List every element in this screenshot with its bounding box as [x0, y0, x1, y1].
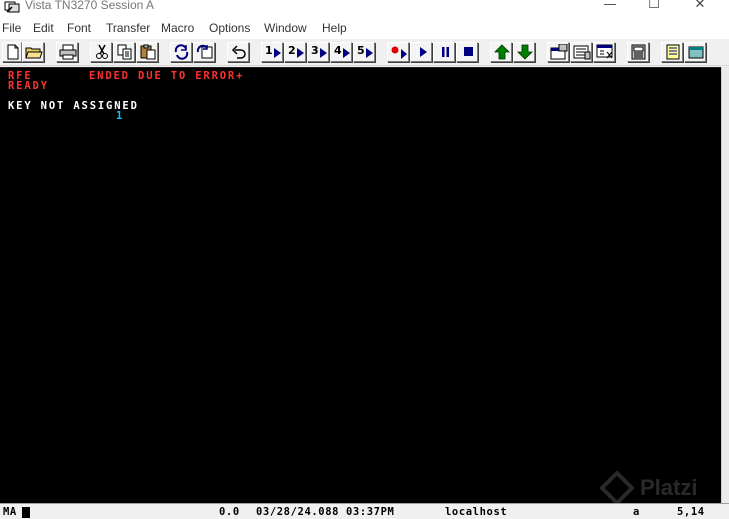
menu-window[interactable]: Window	[264, 21, 307, 35]
window-button[interactable]	[684, 42, 706, 62]
macro-2-icon	[297, 48, 304, 58]
watermark-text: Platzi	[640, 475, 698, 500]
upload-icon	[494, 44, 510, 60]
cut-button[interactable]	[90, 42, 112, 62]
copy-button[interactable]	[113, 42, 135, 62]
macro-4-label: 4	[334, 44, 342, 57]
toolbar: 1 2 3 4 5	[0, 39, 729, 66]
refresh-button[interactable]	[170, 42, 192, 62]
macro-3-icon	[320, 48, 327, 58]
keyboard-button[interactable]	[627, 42, 649, 62]
terminal-line-ready: READY	[8, 80, 49, 92]
settings-1-icon	[550, 44, 568, 60]
print-button[interactable]	[56, 42, 78, 62]
settings-3-icon	[596, 44, 613, 59]
status-bar: MA 0.0 03/28/24.088 03:37PM localhost a …	[0, 503, 729, 519]
settings-2-icon	[573, 45, 591, 60]
status-cursor-position: 5,14	[677, 506, 705, 518]
vertical-scrollbar[interactable]	[721, 67, 729, 503]
record-icon	[391, 46, 407, 59]
refresh-icon	[174, 44, 189, 60]
status-indicator: MA	[3, 506, 17, 518]
menu-bar: File Edit Font Transfer Macro Options Wi…	[0, 18, 729, 39]
terminal-cursor-field[interactable]: 1	[116, 111, 124, 122]
close-button[interactable]: ✕	[677, 0, 723, 15]
open-folder-icon	[25, 47, 43, 59]
window-icon	[688, 46, 704, 59]
macro-1-button[interactable]: 1	[261, 42, 283, 62]
macro-5-icon	[366, 48, 373, 58]
status-datetime: 03/28/24.088 03:37PM	[256, 506, 395, 518]
download-icon	[517, 44, 533, 60]
macro-4-icon	[343, 48, 350, 58]
terminal-screen[interactable]: RFE ENDED DUE TO ERROR+ READY KEY NOT AS…	[0, 67, 721, 506]
new-doc-button[interactable]	[2, 42, 22, 62]
stop-icon	[464, 47, 473, 56]
undo-icon	[231, 45, 246, 59]
title-bar: Vista TN3270 Session A — ☐ ✕	[0, 0, 729, 18]
macro-5-button[interactable]: 5	[353, 42, 375, 62]
copy-icon	[117, 44, 132, 60]
reconnect-icon	[196, 44, 213, 59]
status-cursor-block	[22, 507, 30, 518]
menu-macro[interactable]: Macro	[161, 21, 194, 35]
menu-file[interactable]: File	[2, 21, 21, 35]
status-mode: a	[633, 506, 640, 518]
macro-5-label: 5	[357, 44, 365, 57]
notes-button[interactable]	[661, 42, 683, 62]
stop-button[interactable]	[456, 42, 478, 62]
reconnect-button[interactable]	[193, 42, 215, 62]
app-icon[interactable]	[4, 0, 20, 14]
print-icon	[59, 44, 77, 60]
notes-icon	[666, 44, 680, 60]
pause-icon	[442, 47, 449, 57]
platzi-logo-icon	[599, 470, 635, 506]
watermark: Platzi	[599, 470, 720, 506]
paste-button[interactable]	[136, 42, 158, 62]
download-button[interactable]	[513, 42, 535, 62]
open-button[interactable]	[22, 42, 44, 62]
status-host: localhost	[445, 506, 508, 518]
menu-options[interactable]: Options	[209, 21, 250, 35]
minimize-button[interactable]: —	[587, 0, 633, 15]
play-icon	[420, 47, 427, 57]
macro-3-label: 3	[311, 44, 319, 57]
menu-help[interactable]: Help	[322, 21, 347, 35]
pause-button[interactable]	[433, 42, 455, 62]
menu-font[interactable]: Font	[67, 21, 91, 35]
new-doc-icon	[7, 44, 19, 60]
macro-4-button[interactable]: 4	[330, 42, 352, 62]
window-title: Vista TN3270 Session A	[25, 0, 154, 12]
keyboard-icon	[631, 44, 646, 60]
macro-2-button[interactable]: 2	[284, 42, 306, 62]
cut-icon	[96, 44, 108, 59]
settings-1-button[interactable]	[547, 42, 569, 62]
macro-3-button[interactable]: 3	[307, 42, 329, 62]
play-button[interactable]	[410, 42, 432, 62]
status-timing: 0.0	[219, 506, 240, 518]
macro-1-label: 1	[265, 44, 273, 57]
macro-1-icon	[274, 48, 281, 58]
settings-2-button[interactable]	[570, 42, 592, 62]
terminal-line-error: ENDED DUE TO ERROR+	[89, 70, 245, 82]
menu-edit[interactable]: Edit	[33, 21, 54, 35]
paste-icon	[140, 44, 156, 60]
upload-button[interactable]	[490, 42, 512, 62]
maximize-button[interactable]: ☐	[631, 0, 677, 15]
undo-button[interactable]	[227, 42, 249, 62]
record-button[interactable]	[387, 42, 409, 62]
menu-transfer[interactable]: Transfer	[106, 21, 150, 35]
macro-2-label: 2	[288, 44, 296, 57]
settings-3-button[interactable]	[593, 42, 615, 62]
